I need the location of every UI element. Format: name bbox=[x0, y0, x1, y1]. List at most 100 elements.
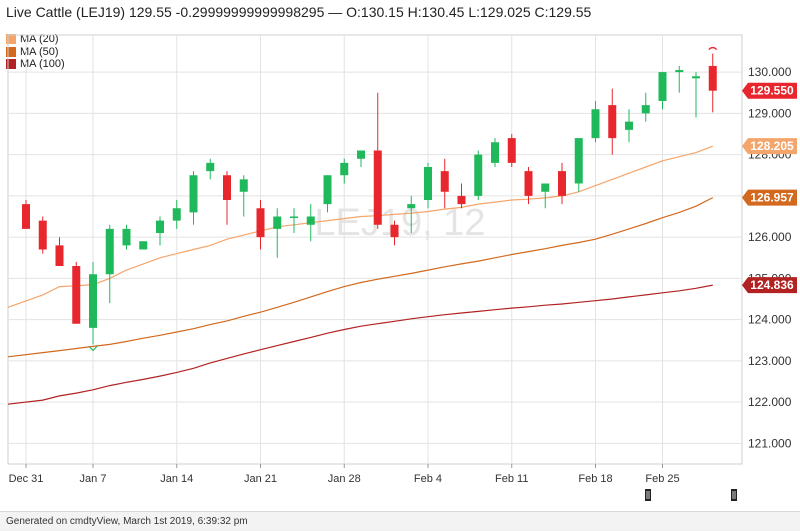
candle-body bbox=[357, 150, 365, 159]
candle-body bbox=[139, 241, 148, 250]
candle[interactable] bbox=[122, 224, 131, 250]
candle-body bbox=[239, 179, 248, 192]
y-tick-label: 126.000 bbox=[748, 230, 792, 244]
candle-body bbox=[558, 171, 566, 196]
candle-body bbox=[256, 208, 265, 238]
x-axis: Dec 31 Jan 7 Jan 14 Jan 21 Jan 28 Feb 4 Feb 11… bbox=[9, 464, 680, 485]
candle[interactable] bbox=[38, 216, 47, 254]
candle[interactable] bbox=[574, 138, 583, 192]
candle-body bbox=[524, 171, 533, 196]
candle-body bbox=[591, 109, 600, 139]
candle[interactable] bbox=[89, 261, 97, 345]
candle-body bbox=[440, 171, 449, 192]
candle-body bbox=[424, 167, 432, 200]
watermark: LEJ19, 12 bbox=[314, 202, 485, 244]
candle-body bbox=[122, 228, 131, 246]
candle[interactable] bbox=[156, 216, 164, 246]
candle-body bbox=[22, 204, 30, 229]
candle[interactable] bbox=[591, 101, 600, 143]
candle[interactable] bbox=[491, 138, 499, 167]
candle[interactable] bbox=[474, 150, 483, 201]
candle[interactable] bbox=[658, 72, 667, 110]
candle-body bbox=[72, 266, 81, 324]
candle-body bbox=[507, 138, 516, 163]
x-tick-label: Jan 14 bbox=[160, 473, 193, 485]
y-axis: 121.000122.000123.000124.000125.000126.0… bbox=[748, 65, 792, 450]
candle[interactable] bbox=[608, 88, 617, 155]
candle-body bbox=[223, 175, 231, 200]
grid bbox=[7, 34, 743, 465]
candle[interactable] bbox=[558, 162, 566, 205]
candle-body bbox=[306, 216, 315, 225]
candlestick-chart[interactable]: LEJ19, 12 121.000 122.000 123.000 124.000 12… bbox=[0, 0, 800, 510]
candle-body bbox=[675, 70, 684, 73]
candle[interactable] bbox=[223, 171, 231, 225]
scroll-handles bbox=[645, 489, 737, 501]
candle-body bbox=[55, 245, 64, 266]
candle[interactable] bbox=[206, 158, 215, 180]
chart-window: Live Cattle (LEJ19) 129.55 -0.2999999999… bbox=[0, 0, 800, 530]
x-tick-label: Jan 28 bbox=[328, 473, 361, 485]
x-tick-label: Dec 31 bbox=[9, 473, 44, 485]
y-tick-label: 130.000 bbox=[748, 65, 792, 79]
candle-body bbox=[105, 228, 114, 275]
footer: Generated on cmdtyView, March 1st 2019, … bbox=[0, 511, 800, 530]
candle[interactable] bbox=[189, 171, 198, 225]
price-tag-label: 128.205 bbox=[750, 139, 794, 153]
candle[interactable] bbox=[72, 261, 81, 324]
candle-body bbox=[373, 150, 382, 225]
x-tick-label: Jan 21 bbox=[244, 473, 277, 485]
candle[interactable] bbox=[692, 72, 700, 118]
candle[interactable] bbox=[340, 158, 349, 184]
plot-border bbox=[7, 34, 743, 465]
candle-body bbox=[156, 220, 164, 233]
candles bbox=[22, 46, 718, 352]
x-tick-label: Feb 18 bbox=[578, 473, 612, 485]
candle[interactable] bbox=[172, 200, 181, 229]
y-tick-label: 124.000 bbox=[748, 313, 792, 327]
candle-body bbox=[323, 175, 332, 205]
x-tick-label: Feb 25 bbox=[645, 473, 679, 485]
price-tag-label: 129.550 bbox=[750, 84, 794, 98]
candle-body bbox=[189, 175, 198, 213]
y-tick-label: 121.000 bbox=[748, 436, 792, 450]
candle-body bbox=[38, 220, 47, 250]
candle[interactable] bbox=[290, 208, 298, 233]
candle-body bbox=[692, 76, 700, 79]
candle[interactable] bbox=[641, 92, 650, 122]
candle[interactable] bbox=[507, 134, 516, 167]
candle-body bbox=[574, 138, 583, 184]
candle[interactable] bbox=[273, 208, 282, 258]
candle-body bbox=[608, 105, 617, 139]
candle[interactable] bbox=[22, 200, 30, 229]
candle[interactable] bbox=[675, 65, 684, 93]
candle[interactable] bbox=[625, 109, 633, 143]
candle-body bbox=[658, 72, 667, 101]
candle-body bbox=[206, 162, 215, 172]
candle-body bbox=[407, 204, 416, 209]
price-tag-label: 124.836 bbox=[750, 278, 794, 292]
candle[interactable] bbox=[139, 241, 148, 250]
candle-body bbox=[89, 274, 97, 328]
candle[interactable] bbox=[55, 237, 64, 266]
candle[interactable] bbox=[708, 53, 717, 113]
candle-body bbox=[273, 216, 282, 229]
high-marker bbox=[708, 46, 718, 51]
x-tick-label: Jan 7 bbox=[80, 473, 107, 485]
candle-body bbox=[491, 142, 499, 163]
candle[interactable] bbox=[105, 224, 114, 304]
candle[interactable] bbox=[256, 200, 265, 250]
candle-body bbox=[172, 208, 181, 221]
candle-body bbox=[340, 162, 349, 176]
candle-body bbox=[457, 195, 466, 205]
y-tick-label: 123.000 bbox=[748, 354, 792, 368]
candle-body bbox=[708, 65, 717, 91]
x-tick-label: Feb 11 bbox=[495, 473, 528, 485]
candle[interactable] bbox=[357, 150, 365, 168]
candle[interactable] bbox=[440, 158, 449, 209]
scroll-handle[interactable] bbox=[645, 489, 651, 501]
scroll-handle[interactable] bbox=[731, 489, 737, 501]
x-tick-label: Feb 4 bbox=[414, 473, 442, 485]
candle-body bbox=[625, 121, 633, 130]
y-tick-label: 122.000 bbox=[748, 395, 792, 409]
